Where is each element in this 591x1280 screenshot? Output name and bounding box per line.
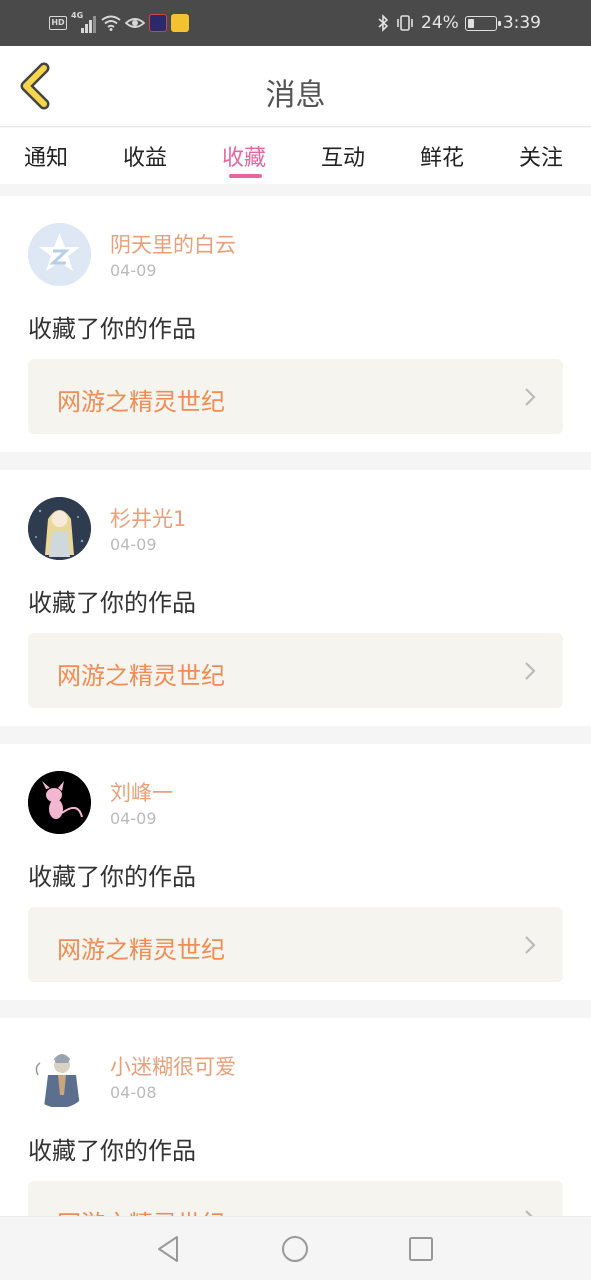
work-link[interactable]: 网游之精灵世纪 bbox=[28, 907, 563, 982]
work-title: 网游之精灵世纪 bbox=[57, 388, 225, 416]
default-avatar-star-icon bbox=[28, 223, 91, 286]
battery-icon bbox=[464, 15, 501, 31]
app-notification-icon bbox=[149, 14, 167, 32]
tab-notifications[interactable]: 通知 bbox=[24, 140, 68, 172]
list-item: 阴天里的白云 04-09 收藏了你的作品 网游之精灵世纪 bbox=[0, 196, 591, 452]
back-triangle-icon[interactable] bbox=[153, 1233, 185, 1265]
message-text: 收藏了你的作品 bbox=[28, 1137, 196, 1165]
work-title: 网游之精灵世纪 bbox=[57, 936, 225, 964]
avatar[interactable] bbox=[28, 497, 91, 560]
username[interactable]: 小迷糊很可爱 bbox=[110, 1051, 236, 1081]
chevron-right-icon bbox=[525, 388, 536, 406]
message-date: 04-09 bbox=[110, 535, 157, 554]
username[interactable]: 刘峰一 bbox=[110, 777, 173, 807]
message-text: 收藏了你的作品 bbox=[28, 863, 196, 891]
home-circle-icon[interactable] bbox=[279, 1233, 311, 1265]
status-bar: HD 4G 24% 3:39 bbox=[0, 0, 591, 46]
avatar[interactable] bbox=[28, 1045, 91, 1108]
bluetooth-icon bbox=[378, 14, 389, 32]
avatar[interactable] bbox=[28, 771, 91, 834]
active-tab-indicator bbox=[229, 174, 262, 178]
tab-follows[interactable]: 关注 bbox=[519, 140, 563, 172]
tab-bar: 通知 收益 收藏 互动 鲜花 关注 bbox=[0, 128, 591, 184]
message-date: 04-09 bbox=[110, 809, 157, 828]
username[interactable]: 杉井光1 bbox=[110, 503, 186, 533]
network-type-label: 4G bbox=[71, 11, 84, 20]
anime-girl-avatar-icon bbox=[28, 497, 91, 560]
wifi-icon bbox=[101, 15, 121, 31]
avatar[interactable] bbox=[28, 223, 91, 286]
tab-favorites[interactable]: 收藏 bbox=[222, 140, 266, 172]
pink-creature-avatar-icon bbox=[28, 771, 91, 834]
recents-square-icon[interactable] bbox=[405, 1233, 437, 1265]
clock: 3:39 bbox=[502, 13, 541, 33]
tab-interactions[interactable]: 互动 bbox=[321, 140, 365, 172]
weibo-icon bbox=[171, 14, 189, 32]
illustrated-character-avatar-icon bbox=[28, 1045, 91, 1108]
chevron-right-icon bbox=[525, 662, 536, 680]
message-date: 04-09 bbox=[110, 261, 157, 280]
list-item: 杉井光1 04-09 收藏了你的作品 网游之精灵世纪 bbox=[0, 470, 591, 726]
message-text: 收藏了你的作品 bbox=[28, 315, 196, 343]
chevron-right-icon bbox=[525, 936, 536, 954]
signal-icon: 4G bbox=[71, 11, 97, 33]
work-title: 网游之精灵世纪 bbox=[57, 662, 225, 690]
system-nav-bar bbox=[0, 1216, 591, 1280]
page-title: 消息 bbox=[265, 78, 326, 113]
hd-icon: HD bbox=[49, 16, 67, 30]
work-link[interactable]: 网游之精灵世纪 bbox=[28, 633, 563, 708]
work-link[interactable]: 网游之精灵世纪 bbox=[28, 359, 563, 434]
username[interactable]: 阴天里的白云 bbox=[110, 229, 236, 259]
tab-flowers[interactable]: 鲜花 bbox=[420, 140, 464, 172]
tab-earnings[interactable]: 收益 bbox=[123, 140, 167, 172]
message-text: 收藏了你的作品 bbox=[28, 589, 196, 617]
eye-icon bbox=[125, 18, 145, 28]
status-left-icons: HD 4G bbox=[49, 11, 189, 34]
vibrate-icon bbox=[397, 15, 413, 31]
status-right-icons: 24% 3:39 bbox=[377, 11, 541, 35]
header: 消息 bbox=[0, 46, 591, 127]
battery-percent: 24% bbox=[421, 13, 459, 33]
message-date: 04-08 bbox=[110, 1083, 157, 1102]
list-item: 刘峰一 04-09 收藏了你的作品 网游之精灵世纪 bbox=[0, 744, 591, 1000]
